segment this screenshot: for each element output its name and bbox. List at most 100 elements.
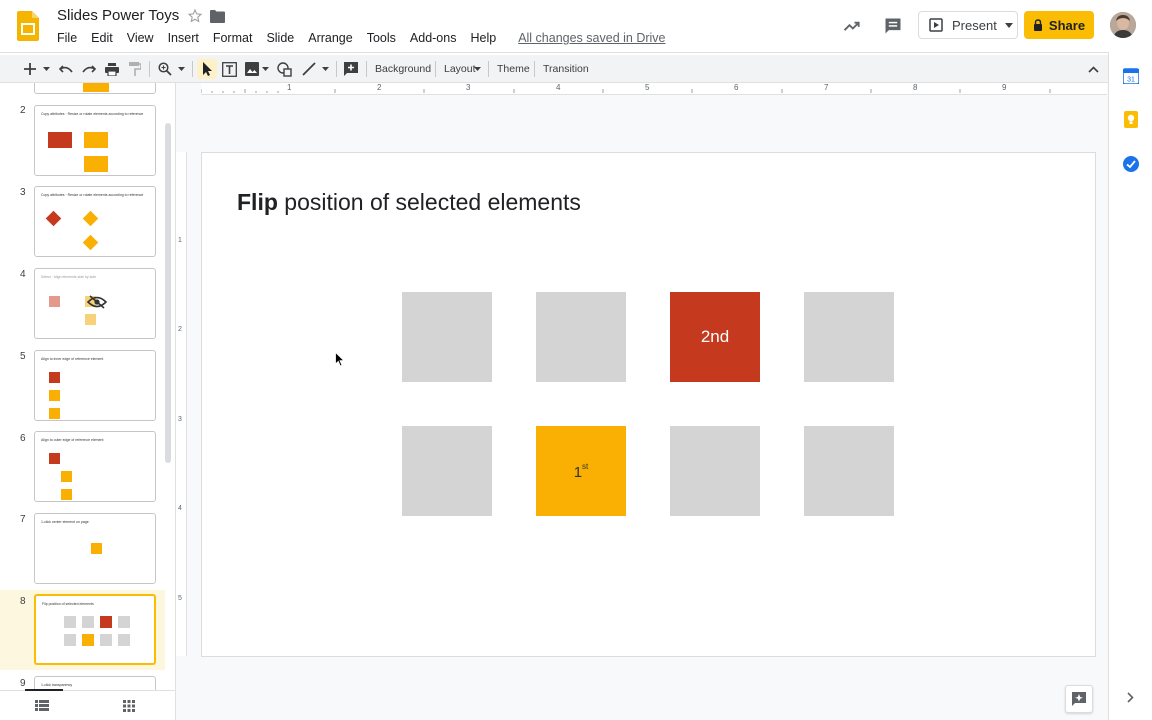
slide-thumbnail-5[interactable]: Align to inner edge of reference element: [34, 350, 156, 421]
thumb-title: Copy attributes · Resize or rotate eleme…: [41, 112, 144, 116]
select-tool-button[interactable]: [197, 59, 217, 79]
gray-square[interactable]: [804, 426, 894, 516]
layout-button[interactable]: Layout: [444, 63, 476, 75]
slide-thumbnail-9[interactable]: 1-click transparency: [34, 676, 156, 690]
activity-trend-icon[interactable]: [842, 16, 862, 36]
side-panel: 31: [1108, 52, 1152, 720]
user-avatar[interactable]: [1110, 12, 1136, 38]
chevron-right-icon[interactable]: [1126, 692, 1134, 703]
caret-down-icon: [474, 67, 481, 71]
menu-edit[interactable]: Edit: [84, 31, 120, 47]
horizontal-ruler[interactable]: 1 2 3 4 5 6 7 8 9: [200, 83, 1107, 95]
slide-number: 8: [20, 596, 26, 607]
text-box-icon: [221, 61, 237, 77]
ruler-label: 1: [178, 237, 182, 244]
menu-tools[interactable]: Tools: [360, 31, 403, 47]
insert-image-button[interactable]: [244, 60, 260, 78]
gray-square[interactable]: [402, 292, 492, 382]
line-dropdown[interactable]: [321, 60, 330, 78]
save-status-link[interactable]: All changes saved in Drive: [511, 31, 672, 47]
calendar-icon[interactable]: 31: [1123, 68, 1139, 84]
thumb-shape: [84, 156, 108, 172]
list-view-icon[interactable]: [35, 700, 49, 711]
slide-thumbnail-3[interactable]: Copy attributes · Resize or rotate eleme…: [34, 186, 156, 257]
comment-icon[interactable]: [883, 16, 903, 36]
slide-filmstrip[interactable]: 2 Copy attributes · Resize or rotate ele…: [0, 83, 176, 690]
slide-thumbnail-4[interactable]: Select · Align elements side by side: [34, 268, 156, 339]
menu-slide[interactable]: Slide: [259, 31, 301, 47]
keep-bulb-icon[interactable]: [1123, 111, 1139, 128]
menu-arrange[interactable]: Arrange: [301, 31, 359, 47]
slide-thumbnail-6[interactable]: Align to outer edge of reference element: [34, 431, 156, 502]
box-label-1st-sup: st: [582, 461, 589, 471]
zoom-button[interactable]: [157, 60, 173, 78]
thumb-shape: [118, 616, 130, 628]
print-button[interactable]: [104, 60, 120, 78]
slides-logo-icon[interactable]: [17, 11, 39, 41]
gray-square[interactable]: [670, 426, 760, 516]
new-slide-layout-dropdown[interactable]: [41, 60, 51, 78]
undo-button[interactable]: [58, 60, 74, 78]
add-comment-button[interactable]: [343, 60, 359, 78]
image-dropdown[interactable]: [261, 60, 270, 78]
folder-icon[interactable]: [210, 10, 225, 23]
red-square-2nd[interactable]: 2nd: [670, 292, 760, 382]
document-title[interactable]: Slides Power Toys: [57, 7, 179, 24]
share-button[interactable]: Share: [1024, 11, 1094, 39]
vertical-ruler[interactable]: 1 2 3 4 5: [176, 152, 187, 656]
menu-insert[interactable]: Insert: [161, 31, 206, 47]
gray-square[interactable]: [536, 292, 626, 382]
slide-thumbnail-1[interactable]: [34, 83, 156, 94]
filmstrip-scrollbar[interactable]: [165, 123, 171, 463]
thumb-shape: [91, 543, 102, 554]
thumb-shape: [82, 616, 94, 628]
menu-help[interactable]: Help: [463, 31, 503, 47]
ruler-label: 3: [466, 83, 471, 92]
thumb-shape: [49, 372, 60, 383]
grid-view-icon[interactable]: [123, 700, 135, 712]
thumb-shape: [61, 489, 72, 500]
shape-button[interactable]: [276, 60, 292, 78]
slide-title[interactable]: Flip position of selected elements: [237, 189, 581, 216]
menu-add-ons[interactable]: Add-ons: [403, 31, 464, 47]
zoom-icon: [158, 62, 172, 76]
menu-file[interactable]: File: [50, 31, 84, 47]
slide-thumbnail-8[interactable]: Flip position of selected elements: [34, 594, 156, 665]
background-button[interactable]: Background: [375, 63, 431, 75]
plus-icon: [24, 63, 36, 75]
yellow-square-1st[interactable]: 1st: [536, 426, 626, 516]
thumb-shape: [45, 210, 62, 227]
present-button[interactable]: Present: [918, 11, 1002, 39]
present-options-dropdown[interactable]: [1001, 11, 1018, 39]
paint-format-button[interactable]: [127, 60, 143, 78]
explore-button[interactable]: [1065, 685, 1093, 713]
theme-button[interactable]: Theme: [497, 63, 530, 75]
menu-format[interactable]: Format: [206, 31, 260, 47]
layout-dropdown[interactable]: [474, 60, 481, 78]
gray-square[interactable]: [804, 292, 894, 382]
tasks-icon[interactable]: [1123, 156, 1139, 172]
toolbar-separator: [192, 61, 193, 77]
current-slide[interactable]: Flip position of selected elements 2nd 1…: [202, 153, 1095, 656]
collapse-toolbar-button[interactable]: [1085, 60, 1101, 78]
slide-thumbnail-2[interactable]: Copy attributes · Resize or rotate eleme…: [34, 105, 156, 176]
slide-thumbnail-7[interactable]: 1-click center element on page: [34, 513, 156, 584]
text-box-button[interactable]: [221, 60, 237, 78]
new-slide-button[interactable]: [22, 60, 38, 78]
transition-button[interactable]: Transition: [543, 63, 589, 75]
menu-bar: File Edit View Insert Format Slide Arran…: [50, 31, 672, 47]
thumb-title: Align to outer edge of reference element: [41, 438, 104, 442]
present-icon: [929, 18, 943, 32]
line-button[interactable]: [301, 60, 317, 78]
ruler-label: 1: [287, 83, 292, 92]
slide-number: 3: [20, 187, 26, 198]
thumb-shape: [82, 634, 94, 646]
menu-view[interactable]: View: [120, 31, 161, 47]
zoom-dropdown[interactable]: [176, 60, 186, 78]
toolbar-separator: [149, 61, 150, 77]
star-icon[interactable]: [187, 8, 203, 24]
undo-icon: [59, 65, 73, 73]
redo-button[interactable]: [81, 60, 97, 78]
gray-square[interactable]: [402, 426, 492, 516]
ruler-label: 2: [178, 326, 182, 333]
